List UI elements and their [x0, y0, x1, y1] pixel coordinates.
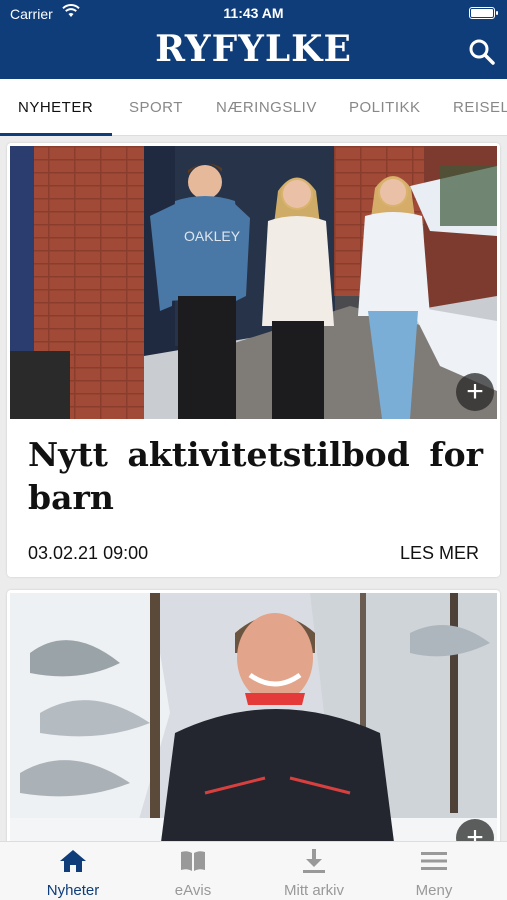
tab-reiseliv[interactable]: REISELIV: [453, 79, 507, 135]
nav-meny[interactable]: Meny: [374, 842, 494, 900]
search-icon[interactable]: [467, 37, 497, 67]
read-more-link[interactable]: LES MER: [400, 543, 479, 564]
tab-politikk[interactable]: POLITIKK: [349, 79, 421, 135]
tab-naeringsliv[interactable]: NÆRINGSLIV: [216, 79, 317, 135]
photo-three-teens: OAKLEY: [10, 146, 497, 419]
menu-icon: [421, 852, 447, 870]
app-header: Carrier 11:43 AM RYFYLKE: [0, 0, 507, 79]
photo-man-snowy-trees: [10, 593, 497, 850]
bottom-navigation: Nyheter eAvis Mitt arkiv Meny: [0, 841, 507, 900]
tab-nyheter[interactable]: NYHETER: [18, 79, 93, 135]
section-tabs: NYHETER SPORT NÆRINGSLIV POLITIKK REISEL…: [0, 79, 507, 136]
article-headline[interactable]: Nytt aktivitetstilbod for barn: [28, 433, 483, 519]
download-icon: [303, 849, 325, 873]
brand-logo: RYFYLKE: [155, 28, 352, 70]
book-icon: [181, 851, 205, 871]
article-card[interactable]: +: [7, 590, 500, 850]
nav-label: eAvis: [174, 882, 212, 899]
shirt-logo-text: OAKLEY: [184, 228, 241, 244]
nav-mitt-arkiv[interactable]: Mitt arkiv: [254, 842, 374, 900]
clock: 11:43 AM: [223, 5, 284, 21]
article-card[interactable]: OAKLEY + Nytt aktivitetstilbod for barn …: [7, 143, 500, 577]
nav-nyheter[interactable]: Nyheter: [13, 842, 133, 900]
nav-label: Nyheter: [46, 882, 100, 899]
article-date: 03.02.21 09:00: [28, 543, 149, 563]
article-image[interactable]: OAKLEY: [10, 146, 497, 419]
active-tab-indicator: [0, 133, 112, 136]
plus-icon[interactable]: +: [456, 373, 494, 411]
nav-label: Mitt arkiv: [284, 882, 344, 899]
tab-sport[interactable]: SPORT: [129, 79, 183, 135]
nav-label: Meny: [415, 882, 453, 899]
status-bar: Carrier 11:43 AM: [0, 0, 507, 26]
battery-icon: [469, 7, 498, 19]
nav-eavis[interactable]: eAvis: [133, 842, 253, 900]
article-image[interactable]: [10, 593, 497, 850]
home-icon: [60, 850, 86, 872]
